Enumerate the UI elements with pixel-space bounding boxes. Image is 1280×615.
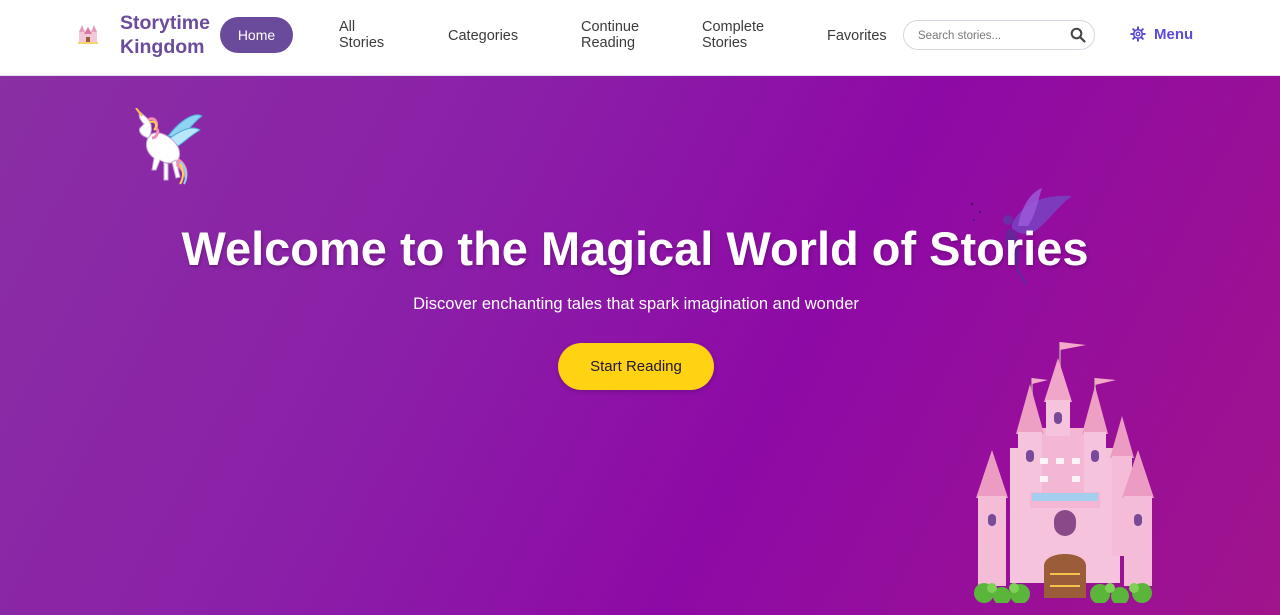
nav-categories[interactable]: Categories [448,28,518,44]
menu-button[interactable]: Menu [1130,23,1193,45]
start-reading-button[interactable]: Start Reading [558,343,714,390]
nav-continue-reading-line1: Continue [581,19,640,35]
nav-continue-reading-line2: Reading [581,35,636,51]
nav-all-stories-line2: Stories [339,35,385,51]
nav-all-stories[interactable]: All Stories [339,19,384,51]
castle-logo-icon[interactable] [76,22,100,46]
nav-complete-stories-line1: Complete [702,19,765,35]
hero-section: Welcome to the Magical World of Stories … [0,76,1280,615]
gear-icon [1130,26,1146,42]
nav-complete-stories[interactable]: Complete Stories [702,19,764,51]
nav-home[interactable]: Home [220,17,293,53]
nav-all-stories-line1: All [339,19,356,35]
unicorn-illustration [135,108,203,185]
castle-illustration [974,342,1154,603]
search-input[interactable] [918,27,1063,45]
nav-favorites[interactable]: Favorites [827,28,887,44]
navbar: Storytime Kingdom Home All Stories Categ… [0,0,1280,76]
brand-title[interactable]: Storytime Kingdom [120,11,224,59]
nav-complete-stories-line2: Stories [702,35,748,51]
hero-subtitle: Discover enchanting tales that spark ima… [413,295,859,313]
nav-continue-reading[interactable]: Continue Reading [581,19,639,51]
search-icon[interactable] [1070,27,1086,43]
menu-label: Menu [1154,25,1194,43]
search-box [903,20,1095,50]
hero-title: Welcome to the Magical World of Stories [181,222,1089,275]
